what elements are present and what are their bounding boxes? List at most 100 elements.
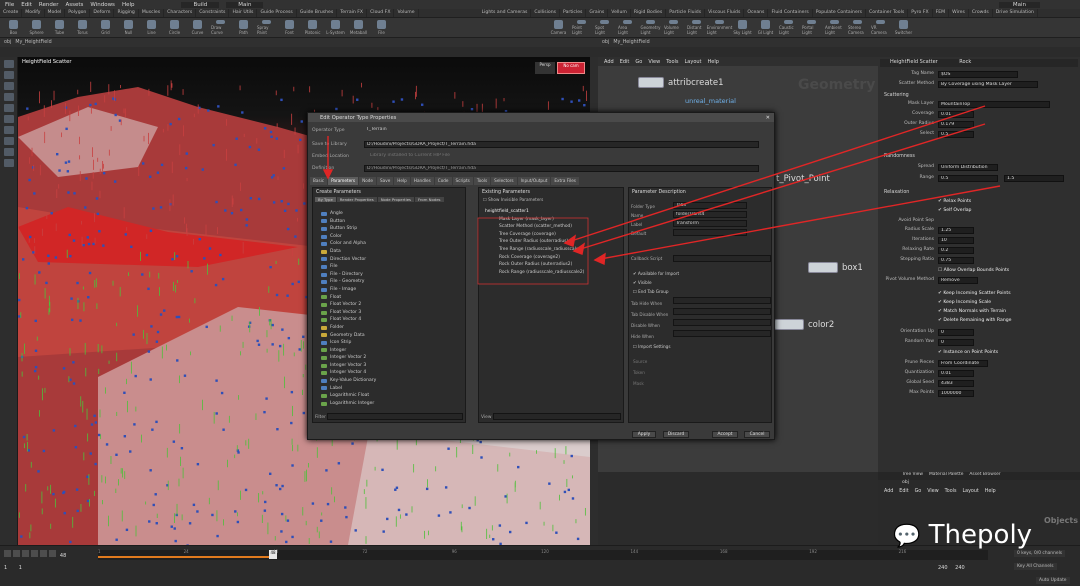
save-library-field[interactable]: D:/Houdini/Projects/GDRA_Project/T_Terra… bbox=[364, 141, 759, 148]
menu-edit[interactable]: Edit bbox=[21, 2, 32, 8]
dialog-tab[interactable]: Input/Output bbox=[517, 177, 551, 185]
shelf-tab[interactable]: Create bbox=[0, 9, 23, 17]
lights-tab[interactable]: FEM bbox=[933, 9, 950, 17]
create-parameter-item[interactable]: Float Vector 2 bbox=[321, 301, 376, 309]
shelf-tool[interactable]: Tube bbox=[50, 20, 69, 35]
shelf-tool[interactable]: Sphere bbox=[27, 20, 46, 35]
create-subtab[interactable]: From Nodes bbox=[415, 197, 444, 202]
allow-overlap-toggle[interactable]: ☐ Allow Overlap Bounds Points bbox=[938, 268, 1009, 273]
shelf-tool[interactable]: Area Light bbox=[618, 20, 637, 35]
shelf-tool[interactable]: Font bbox=[280, 20, 299, 35]
shelf-tool[interactable]: Torus bbox=[73, 20, 92, 35]
lights-tab[interactable]: Particles bbox=[560, 9, 587, 17]
close-icon[interactable]: ✕ bbox=[766, 115, 770, 121]
snap-tool-icon[interactable] bbox=[3, 137, 14, 145]
shelf-tab[interactable]: Deform bbox=[90, 9, 115, 17]
lights-tab[interactable]: Viscous Fluids bbox=[705, 9, 745, 17]
net-menu-help[interactable]: Help bbox=[708, 59, 719, 65]
to-end-icon[interactable] bbox=[49, 550, 56, 557]
section-scattering[interactable]: Scattering bbox=[884, 93, 909, 98]
node-body[interactable] bbox=[638, 77, 664, 88]
dialog-tab[interactable]: Selectors bbox=[491, 177, 517, 185]
lights-tab[interactable]: Grains bbox=[586, 9, 609, 17]
opt3-toggle[interactable]: ✔ Match Normals with Terrain bbox=[938, 309, 1006, 314]
end-tab-group-toggle[interactable]: ☐ End Tab Group bbox=[633, 287, 679, 296]
create-parameter-item[interactable]: Geometry Data bbox=[321, 332, 376, 340]
shelf-tool[interactable]: L-System bbox=[326, 20, 345, 35]
menu-file[interactable]: File bbox=[5, 2, 14, 8]
create-parameter-item[interactable]: Data bbox=[321, 248, 376, 256]
menu-assets[interactable]: Assets bbox=[65, 2, 83, 8]
scatter-method-menu[interactable]: By Coverage using Mask Layer bbox=[938, 81, 1038, 88]
callback-field[interactable] bbox=[673, 255, 771, 262]
tree-menu-tools[interactable]: Tools bbox=[945, 489, 957, 498]
shelf-tab[interactable]: Guide Brushes bbox=[297, 9, 338, 17]
section-randomness[interactable]: Randomness bbox=[884, 154, 915, 159]
stepping-field[interactable]: 0.75 bbox=[938, 257, 974, 264]
create-parameter-item[interactable]: Integer Vector 4 bbox=[321, 369, 376, 377]
create-parameter-item[interactable]: Direction Vector bbox=[321, 256, 376, 264]
dialog-tab[interactable]: Tools bbox=[473, 177, 491, 185]
iterations-field[interactable]: 10 bbox=[938, 237, 974, 244]
create-parameter-item[interactable]: Folder bbox=[321, 324, 376, 332]
opt2-toggle[interactable]: ✔ Keep Incoming Scale bbox=[938, 300, 991, 305]
tree-menu-add[interactable]: Add bbox=[884, 489, 893, 498]
scale-tool-icon[interactable] bbox=[3, 93, 14, 101]
shelf-tool[interactable]: Geometry Light bbox=[641, 20, 660, 35]
tree-root[interactable]: heightfield_scatter1 bbox=[485, 208, 584, 216]
shelf-tool[interactable]: Distant Light bbox=[687, 20, 706, 35]
label-field[interactable]: Transform bbox=[673, 220, 747, 227]
lights-tab[interactable]: Fluid Containers bbox=[768, 9, 813, 17]
shelf-tool[interactable]: VR Camera bbox=[871, 20, 890, 35]
create-parameter-item[interactable]: Key-Value Dictionary bbox=[321, 377, 376, 385]
create-parameter-item[interactable]: Icon Strip bbox=[321, 339, 376, 347]
shelf-tool[interactable]: Stereo Camera bbox=[848, 20, 867, 35]
tab-disable-field[interactable] bbox=[673, 308, 771, 315]
shelf-tool[interactable]: Metaball bbox=[349, 20, 368, 35]
shelf-tab[interactable]: Muscles bbox=[139, 9, 165, 17]
range-start-field-2[interactable]: 1 bbox=[19, 565, 22, 571]
create-parameter-item[interactable]: Button Strip bbox=[321, 225, 376, 233]
lights-tab[interactable]: Wires bbox=[949, 9, 969, 17]
shelf-tab[interactable]: Guide Process bbox=[257, 9, 297, 17]
create-parameter-item[interactable]: Color and Alpha bbox=[321, 240, 376, 248]
shelf-tool[interactable]: Camera bbox=[549, 20, 568, 35]
shelf-tab[interactable]: Rigging bbox=[114, 9, 139, 17]
shelf-tool[interactable]: File bbox=[372, 20, 391, 35]
shelf-tool[interactable]: Circle bbox=[165, 20, 184, 35]
create-parameter-item[interactable]: Integer Vector 2 bbox=[321, 354, 376, 362]
dialog-tab[interactable]: Save bbox=[377, 177, 394, 185]
dialog-tab[interactable]: Parameters bbox=[328, 177, 359, 185]
dialog-tab[interactable]: Node bbox=[359, 177, 376, 185]
view-tool-icon[interactable] bbox=[3, 126, 14, 134]
existing-parameter-item[interactable]: Rock Coverage (coverage2) bbox=[485, 254, 584, 262]
play-icon[interactable] bbox=[31, 550, 38, 557]
shelf-tab[interactable]: Hair Utils bbox=[229, 9, 258, 17]
node-pivot-point[interactable]: t_Pivot_Point bbox=[776, 174, 830, 184]
lights-tab[interactable]: Vellum bbox=[608, 9, 631, 17]
tab-asset-browser[interactable]: Asset Browser bbox=[969, 472, 1000, 480]
existing-parameter-item[interactable]: Tree Coverage (coverage) bbox=[485, 231, 584, 239]
range-max-field[interactable]: 1.5 bbox=[1004, 175, 1064, 182]
create-parameter-item[interactable]: Logarithmic Float bbox=[321, 392, 376, 400]
create-subtab[interactable]: By Type bbox=[315, 197, 336, 202]
key-all-button[interactable]: Key All Channels bbox=[1014, 563, 1057, 570]
step-back-icon[interactable] bbox=[13, 550, 20, 557]
hide-when-field[interactable] bbox=[673, 330, 771, 337]
path-node[interactable]: My_HeightField bbox=[15, 40, 51, 45]
relax-step-field[interactable]: 0.2 bbox=[938, 247, 974, 254]
disable-when-field[interactable] bbox=[673, 319, 771, 326]
accept-button[interactable]: Accept bbox=[712, 431, 738, 438]
shelf-tool[interactable]: Volume Light bbox=[664, 20, 683, 35]
prune-menu[interactable]: From Coordinate bbox=[938, 360, 988, 367]
shelf-tool[interactable]: GI Light bbox=[756, 20, 775, 35]
create-parameter-item[interactable]: Angle bbox=[321, 210, 376, 218]
current-frame[interactable]: 48 bbox=[60, 553, 66, 559]
move-tool-icon[interactable] bbox=[3, 71, 14, 79]
node-body[interactable] bbox=[774, 319, 804, 330]
shelf-tab[interactable]: Volume bbox=[394, 9, 419, 17]
existing-parameter-item[interactable]: Rock Outer Radius (outerradius2) bbox=[485, 261, 584, 269]
tab-material-palette[interactable]: Material Palette bbox=[929, 472, 963, 480]
dialog-titlebar[interactable]: Edit Operator Type Properties ✕ bbox=[308, 113, 774, 122]
shelf-tool[interactable]: Curve bbox=[188, 20, 207, 35]
